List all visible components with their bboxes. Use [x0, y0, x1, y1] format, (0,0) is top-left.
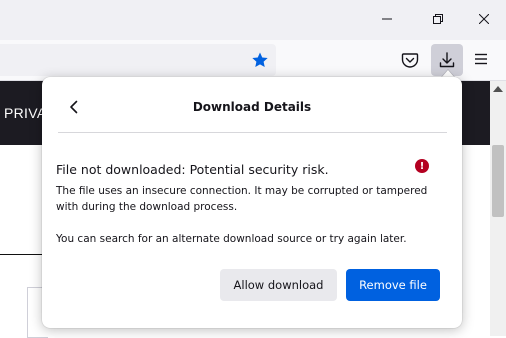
allow-download-button[interactable]: Allow download	[220, 269, 337, 301]
navigation-toolbar	[0, 40, 506, 81]
close-icon	[479, 14, 489, 24]
security-warning-heading: File not downloaded: Potential security …	[56, 162, 329, 177]
download-details-panel: Download Details File not downloaded: Po…	[42, 77, 462, 328]
close-button[interactable]	[461, 0, 506, 38]
divider	[0, 254, 42, 255]
star-icon[interactable]	[251, 51, 269, 69]
pocket-icon[interactable]	[401, 51, 419, 69]
error-icon-glyph: !	[419, 160, 425, 172]
restore-icon	[433, 14, 443, 24]
site-nav-text[interactable]: PRIVA	[4, 105, 46, 121]
panel-divider	[58, 132, 447, 133]
alternate-source-hint: You can search for an alternate download…	[56, 233, 407, 245]
download-icon	[439, 52, 455, 68]
minimize-button[interactable]	[364, 0, 410, 38]
remove-file-button[interactable]: Remove file	[346, 269, 440, 301]
url-bar[interactable]	[0, 44, 276, 76]
scrollbar-thumb[interactable]	[492, 145, 504, 217]
hamburger-menu-icon[interactable]	[474, 52, 488, 66]
restore-button[interactable]	[415, 0, 461, 38]
error-icon: !	[415, 159, 429, 173]
panel-title: Download Details	[192, 100, 312, 114]
minimize-icon	[382, 18, 392, 20]
title-bar	[0, 0, 506, 40]
scroll-up-arrow-icon[interactable]	[493, 86, 503, 92]
warning-description: The file uses an insecure connection. It…	[56, 185, 428, 213]
